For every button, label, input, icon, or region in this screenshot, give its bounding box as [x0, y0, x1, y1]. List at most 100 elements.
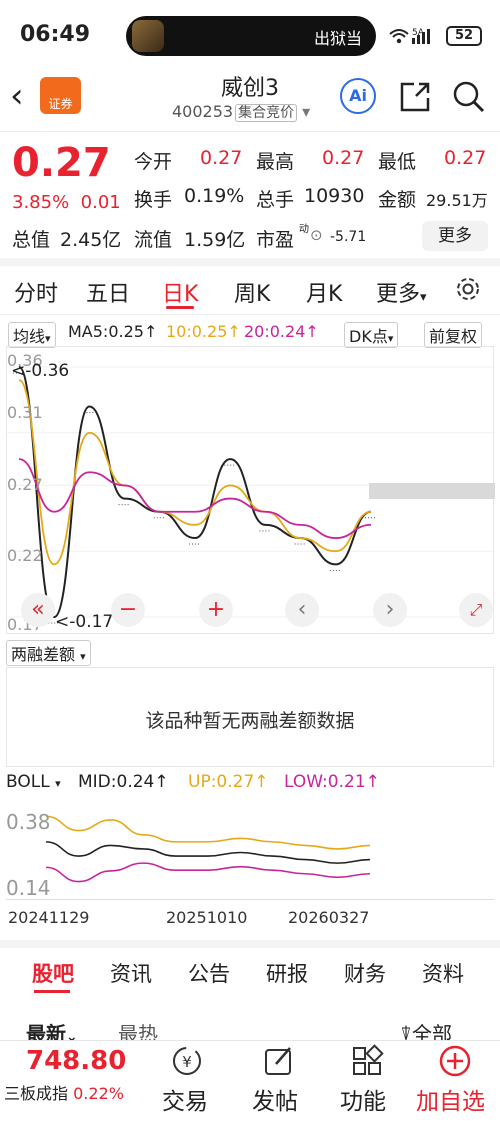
low-value: 0.27 — [444, 147, 487, 169]
turnover-label: 换手 — [134, 189, 173, 211]
amount-label: 金额 — [378, 189, 417, 211]
caret-down-icon: ▾ — [387, 332, 394, 345]
section-gap — [0, 258, 500, 266]
series-line-10 — [18, 379, 372, 566]
status-time: 06:49 — [20, 22, 91, 47]
boll-mid-text: MID:0.24 — [78, 772, 155, 792]
rz-select[interactable]: 两融差额 ▾ — [6, 640, 91, 666]
tab-news[interactable]: 资讯 — [110, 958, 152, 988]
high-value: 0.27 — [322, 147, 365, 169]
edit-icon[interactable] — [262, 1044, 296, 1078]
ma10-value: 10:0.25↑ — [166, 322, 241, 341]
pe-value: -5.71 — [330, 229, 367, 245]
tab-intraday[interactable]: 分时 — [14, 276, 58, 308]
dk-select[interactable]: DK点▾ — [344, 322, 399, 348]
caret-down-icon: ▾ — [55, 777, 61, 790]
tab-monthly-k[interactable]: 月K — [306, 276, 342, 308]
add-watchlist-button[interactable]: 加自选 — [416, 1082, 485, 1116]
boll-select-label: BOLL — [6, 772, 50, 792]
boll-upper-line — [45, 815, 371, 850]
functions-button[interactable]: 功能 — [340, 1082, 386, 1116]
boll-up: UP:0.27↑ — [188, 772, 269, 792]
adjust-select[interactable]: 前复权 — [424, 322, 483, 348]
high-label: 最高 — [256, 151, 295, 173]
ma5-value: MA5:0.25↑ — [68, 322, 158, 341]
tab-five-day[interactable]: 五日 — [86, 276, 130, 308]
ma-select-label: 均线 — [13, 327, 46, 346]
index-change: 0.22% — [73, 1084, 124, 1103]
broker-logo[interactable]: 证券 — [40, 77, 81, 114]
stock-code-row[interactable]: 400253 集合竞价 ▾ — [172, 102, 310, 122]
float-label: 流值 — [134, 229, 173, 251]
turnover-value: 0.19% — [184, 185, 245, 207]
media-island[interactable]: 出狱当 — [126, 16, 376, 56]
info-icon[interactable]: ⊙ — [310, 226, 323, 244]
caret-down-icon: ▾ — [302, 102, 311, 121]
tab-profile[interactable]: 资料 — [422, 958, 464, 988]
min-price-note: <-0.17 — [55, 612, 114, 632]
boll-mid: MID:0.24↑ — [78, 772, 169, 792]
fullscreen-icon[interactable]: ⤢ — [459, 593, 493, 627]
tab-weekly-k[interactable]: 周K — [234, 276, 270, 308]
auction-tag: 集合竞价 — [235, 104, 298, 122]
date-label-start: 20241129 — [8, 908, 90, 927]
volume-label: 总手 — [256, 189, 295, 211]
zoom-in-icon[interactable]: + — [199, 593, 233, 627]
active-tab-indicator — [166, 306, 194, 309]
plus-circle-icon[interactable] — [438, 1044, 472, 1078]
back-icon[interactable]: ‹ — [10, 76, 24, 116]
index-value[interactable]: 748.80 — [26, 1046, 126, 1076]
more-quote-button[interactable]: 更多 — [422, 221, 488, 251]
rz-empty-message: 该品种暂无两融差额数据 — [145, 710, 355, 732]
max-price-note: <-0.36 — [11, 361, 70, 381]
tab-research[interactable]: 研报 — [266, 958, 308, 988]
index-info[interactable]: 三板成指 0.22% — [4, 1080, 124, 1104]
ma20-value: 20:0.24↑ — [244, 322, 319, 341]
change-percent: 3.85% — [12, 192, 70, 213]
tab-announcements[interactable]: 公告 — [188, 958, 230, 988]
active-tab-indicator — [34, 990, 70, 993]
rz-select-label: 两融差额 — [11, 645, 76, 664]
ma-select[interactable]: 均线▾ — [8, 322, 56, 348]
status-bar: 06:49 出狱当 5A 52 — [0, 0, 500, 72]
gear-icon[interactable] — [452, 273, 484, 309]
trade-button[interactable]: 交易 — [162, 1082, 208, 1116]
caret-down-icon: ▾ — [80, 650, 86, 663]
ai-button[interactable]: Ai — [340, 78, 376, 114]
tab-more-label: 更多 — [376, 282, 421, 307]
scroll-left-icon[interactable]: « — [21, 593, 55, 627]
zoom-out-icon[interactable]: − — [111, 593, 145, 627]
boll-select[interactable]: BOLL ▾ — [6, 772, 61, 792]
volume-value: 10930 — [304, 185, 365, 207]
pe-label: 市盈 — [256, 229, 295, 251]
yen-exchange-icon[interactable]: ¥ — [170, 1044, 204, 1078]
boll-plot — [45, 815, 371, 883]
share-icon[interactable] — [398, 80, 432, 118]
post-button[interactable]: 发帖 — [252, 1082, 298, 1116]
ma20-text: 20:0.24 — [244, 322, 306, 341]
tab-forum[interactable]: 股吧 — [32, 958, 74, 988]
caret-down-icon: ▾ — [420, 290, 427, 305]
float-value: 1.59亿 — [184, 229, 246, 251]
ma10-text: 10:0.25 — [166, 322, 228, 341]
tab-more[interactable]: 更多▾ — [376, 276, 427, 308]
divider — [0, 314, 500, 315]
rz-panel: 该品种暂无两融差额数据 — [6, 667, 494, 767]
boll-y-bottom: 0.14 — [6, 876, 51, 900]
boll-chart[interactable]: 0.38 0.14 — [6, 800, 494, 900]
last-price: 0.27 — [12, 140, 111, 186]
section-gap — [0, 940, 500, 948]
chevron-left-icon[interactable]: ‹ — [285, 593, 319, 627]
kline-chart[interactable]: 0.36 0.31 0.27 0.22 0.17 <-0.36 <-0.17 «… — [6, 346, 495, 634]
tab-finance[interactable]: 财务 — [344, 958, 386, 988]
tab-daily-k[interactable]: 日K — [162, 276, 198, 308]
search-icon[interactable] — [452, 80, 486, 118]
y-tick-2: 0.31 — [7, 403, 43, 422]
boll-up-text: UP:0.27 — [188, 772, 255, 792]
boll-lower-line — [45, 862, 371, 883]
grid-icon[interactable] — [350, 1044, 384, 1078]
boll-low: LOW:0.21↑ — [284, 772, 380, 792]
chevron-right-icon[interactable]: › — [373, 593, 407, 627]
date-label-end: 20260327 — [288, 908, 370, 927]
y-tick-3: 0.27 — [7, 475, 43, 494]
